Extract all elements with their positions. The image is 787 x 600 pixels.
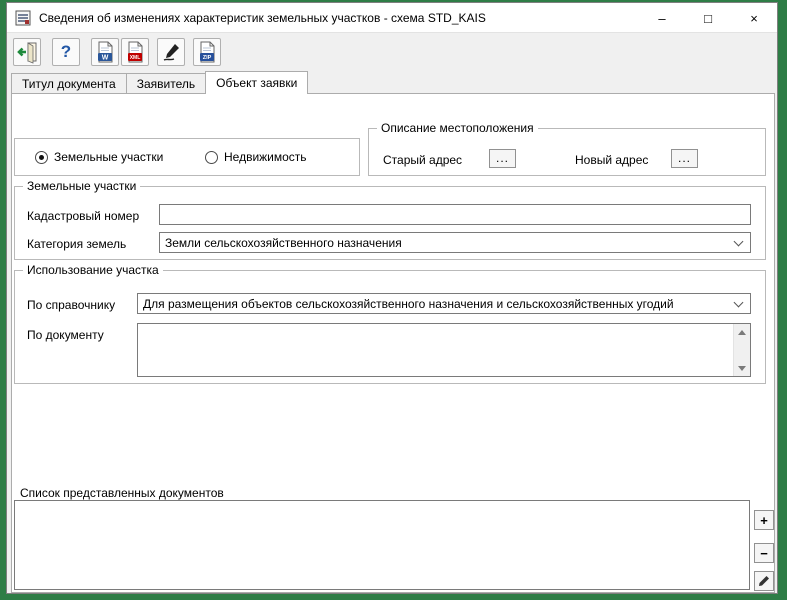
export-xml-button[interactable]: XML bbox=[121, 38, 149, 66]
documents-listbox[interactable] bbox=[14, 500, 750, 590]
svg-text:W: W bbox=[102, 54, 109, 61]
chevron-down-icon bbox=[734, 298, 744, 308]
tab-obekt-zayavki[interactable]: Объект заявки bbox=[205, 71, 308, 94]
tab-bar: Титул документа Заявитель Объект заявки bbox=[11, 71, 307, 93]
location-groupbox: Описание местоположения Старый адрес ...… bbox=[368, 128, 766, 176]
word-document-icon: W bbox=[94, 41, 116, 63]
radio-land-label: Земельные участки bbox=[54, 150, 163, 164]
tab-titul-dokumenta[interactable]: Титул документа bbox=[11, 73, 127, 93]
add-document-button[interactable]: + bbox=[754, 510, 774, 530]
textarea-scrollbar[interactable] bbox=[733, 324, 750, 376]
svg-text:XML: XML bbox=[130, 55, 141, 61]
object-type-groupbox: Земельные участки Недвижимость bbox=[14, 138, 360, 176]
desktop-background: Сведения об изменениях характеристик зем… bbox=[0, 0, 787, 600]
land-group-title: Земельные участки bbox=[23, 179, 140, 193]
zip-document-icon: ZIP bbox=[196, 41, 218, 63]
edit-document-button[interactable] bbox=[754, 571, 774, 591]
scroll-up-arrow-icon[interactable] bbox=[734, 324, 750, 340]
export-zip-button[interactable]: ZIP bbox=[193, 38, 221, 66]
by-reference-combobox[interactable]: Для размещения объектов сельскохозяйстве… bbox=[137, 293, 751, 314]
tab-page-object-zayavki: Земельные участки Недвижимость Описание … bbox=[11, 93, 775, 593]
xml-document-icon: XML bbox=[124, 41, 146, 63]
help-icon: ? bbox=[61, 42, 71, 62]
remove-document-button[interactable]: − bbox=[754, 543, 774, 563]
by-document-label: По документу bbox=[27, 328, 104, 342]
minus-icon: − bbox=[760, 546, 768, 561]
by-reference-label: По справочнику bbox=[27, 298, 115, 312]
exit-button[interactable] bbox=[13, 38, 41, 66]
cadastral-number-input[interactable] bbox=[159, 204, 751, 225]
land-category-combobox[interactable]: Земли сельскохозяйственного назначения bbox=[159, 232, 751, 253]
land-category-label: Категория земель bbox=[27, 237, 126, 251]
signature-pen-icon bbox=[161, 42, 181, 62]
svg-text:ZIP: ZIP bbox=[203, 55, 212, 61]
radio-unselected-icon bbox=[205, 151, 218, 164]
old-address-label: Старый адрес bbox=[383, 153, 462, 167]
usage-group-title: Использование участка bbox=[23, 263, 163, 277]
cadastral-number-label: Кадастровый номер bbox=[27, 209, 139, 223]
old-address-browse-button[interactable]: ... bbox=[489, 149, 516, 168]
radio-land-plots[interactable]: Земельные участки bbox=[35, 139, 163, 175]
app-icon bbox=[15, 10, 31, 26]
sign-button[interactable] bbox=[157, 38, 185, 66]
pencil-icon bbox=[758, 575, 770, 587]
exit-door-icon bbox=[15, 40, 39, 64]
radio-real-estate[interactable]: Недвижимость bbox=[205, 139, 307, 175]
maximize-button[interactable]: □ bbox=[685, 3, 731, 33]
plus-icon: + bbox=[760, 513, 768, 528]
help-button[interactable]: ? bbox=[52, 38, 80, 66]
usage-groupbox: Использование участка По справочнику Для… bbox=[14, 270, 766, 384]
radio-realty-label: Недвижимость bbox=[224, 150, 307, 164]
documents-list-label: Список представленных документов bbox=[20, 486, 224, 500]
new-address-browse-button[interactable]: ... bbox=[671, 149, 698, 168]
scroll-down-arrow-icon[interactable] bbox=[734, 360, 750, 376]
export-word-button[interactable]: W bbox=[91, 38, 119, 66]
window-title: Сведения об изменениях характеристик зем… bbox=[39, 11, 486, 25]
toolbar: ? W bbox=[7, 33, 777, 71]
by-document-textarea[interactable] bbox=[137, 323, 751, 377]
new-address-label: Новый адрес bbox=[575, 153, 648, 167]
location-group-title: Описание местоположения bbox=[377, 121, 538, 135]
chevron-down-icon bbox=[734, 237, 744, 247]
by-reference-value: Для размещения объектов сельскохозяйстве… bbox=[143, 297, 674, 311]
tab-zayavitel[interactable]: Заявитель bbox=[126, 73, 206, 93]
radio-selected-icon bbox=[35, 151, 48, 164]
land-category-value: Земли сельскохозяйственного назначения bbox=[165, 236, 402, 250]
dialog-window: Сведения об изменениях характеристик зем… bbox=[6, 2, 778, 594]
land-plots-groupbox: Земельные участки Кадастровый номер Кате… bbox=[14, 186, 766, 260]
minimize-button[interactable]: – bbox=[639, 3, 685, 33]
close-button[interactable]: × bbox=[731, 3, 777, 33]
title-bar: Сведения об изменениях характеристик зем… bbox=[7, 3, 777, 33]
window-controls: – □ × bbox=[639, 3, 777, 33]
